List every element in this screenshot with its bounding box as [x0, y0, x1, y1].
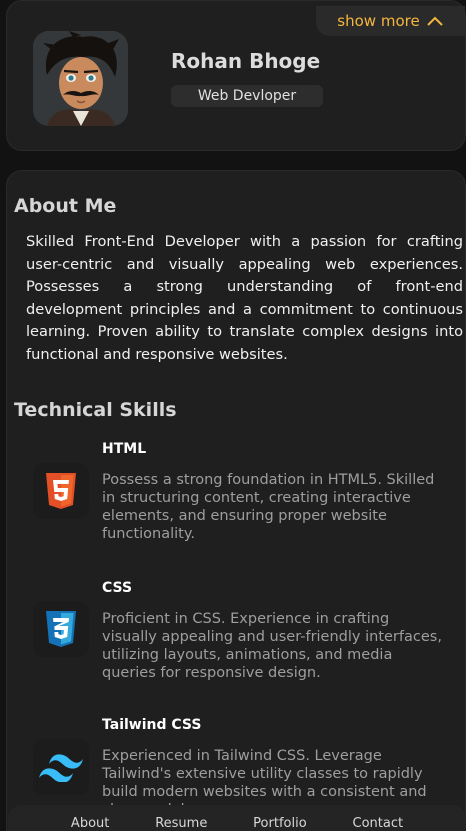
skill-description: Proficient in CSS. Experience in craftin…	[102, 611, 442, 681]
about-heading: About Me	[14, 195, 117, 217]
show-more-label: show more	[337, 12, 420, 30]
nav-item-portfolio[interactable]: Portfolio	[253, 806, 306, 831]
skill-title: Tailwind CSS	[102, 717, 202, 733]
profile-card: show more Rohan Bhoge Web Devloper	[6, 0, 466, 151]
skill-description: Possess a strong foundation in HTML5. Sk…	[102, 472, 435, 542]
html5-icon	[33, 463, 89, 519]
nav-item-resume[interactable]: Resume	[155, 806, 207, 831]
skill-title: CSS	[102, 580, 133, 596]
chevron-up-icon	[426, 16, 443, 26]
skills-heading: Technical Skills	[14, 399, 177, 421]
skill-title: HTML	[102, 441, 147, 457]
nav-item-about[interactable]: About	[71, 806, 109, 831]
about-text: Skilled Front-End Developer with a passi…	[26, 233, 463, 363]
about-card: About Me Skilled Front-End Developer wit…	[6, 170, 466, 831]
css3-icon	[33, 601, 89, 657]
tailwind-icon	[33, 739, 89, 795]
show-more-button[interactable]: show more	[316, 6, 465, 36]
nav-item-contact[interactable]: Contact	[353, 806, 404, 831]
bottom-nav: About Resume Portfolio Contact	[8, 805, 466, 831]
profile-title-badge: Web Devloper	[171, 85, 323, 107]
profile-name: Rohan Bhoge	[171, 49, 321, 73]
avatar	[33, 31, 128, 126]
